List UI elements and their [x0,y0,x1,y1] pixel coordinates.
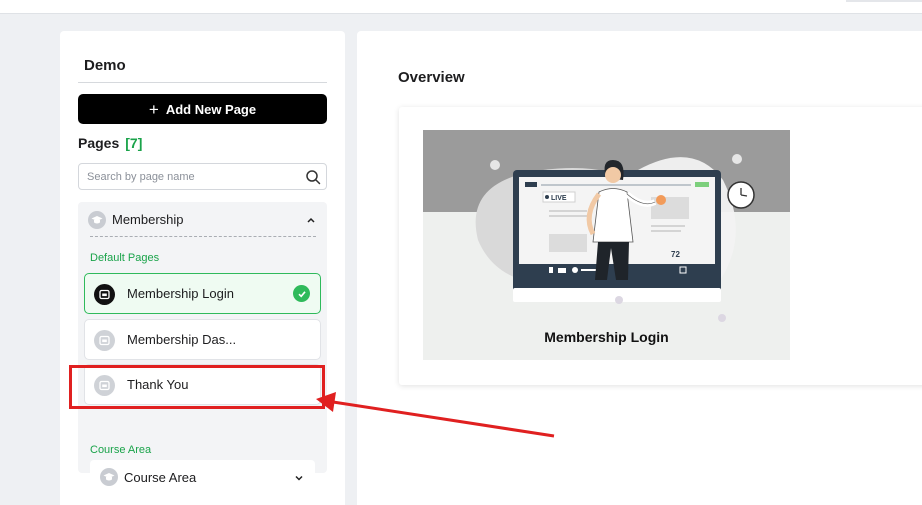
page-preview-card: LIVE 72 Membership Login [399,107,922,385]
page-group-membership: Membership Default Pages Membership Logi… [78,202,327,495]
pages-heading: Pages [7] [78,135,142,151]
course-area-label: Course Area [124,470,197,485]
page-preview-thumbnail[interactable]: LIVE 72 Membership Login [423,130,790,360]
page-icon [94,284,115,305]
pages-label: Pages [78,135,120,151]
plus-icon: + [148,99,159,119]
search-input[interactable] [79,164,294,189]
divider [90,236,316,237]
live-webinar-illustration: LIVE 72 [475,154,755,322]
page-search [78,163,327,190]
section-label-course-area: Course Area [90,444,152,456]
divider [78,82,327,83]
course-area-dropdown[interactable]: Course Area [90,460,315,495]
pages-sidebar: Demo + Add New Page Pages [7] Membership … [60,31,345,505]
page-item-membership-dashboard[interactable]: Membership Das... [84,319,321,360]
page-item-label: Membership Das... [127,332,237,347]
page-item-membership-login[interactable]: Membership Login [84,273,321,314]
top-bar [0,0,922,14]
overview-panel: Overview LIVE 72 Membership Login [357,31,922,505]
section-label-default-pages: Default Pages [90,252,160,264]
group-title: Membership [112,212,184,227]
add-new-page-label: Add New Page [165,101,257,117]
graduation-cap-icon [100,468,118,486]
chevron-up-icon[interactable] [305,214,317,226]
page-icon [94,330,115,351]
check-icon [293,285,310,302]
live-badge-text: LIVE [551,195,567,202]
viewer-count-text: 72 [671,250,680,259]
search-icon[interactable] [305,169,321,185]
add-new-page-button[interactable]: + Add New Page [78,94,327,124]
top-bar-tab[interactable] [846,0,922,2]
page-item-label: Membership Login [127,286,234,301]
page-title: Overview [398,69,465,86]
graduation-cap-icon [88,211,106,229]
group-header-membership[interactable]: Membership [78,202,327,238]
pages-count: [7] [125,135,143,151]
site-title: Demo [84,57,126,74]
chevron-down-icon[interactable] [293,472,305,484]
preview-caption: Membership Login [544,329,669,345]
annotation-highlight-box [69,365,325,409]
